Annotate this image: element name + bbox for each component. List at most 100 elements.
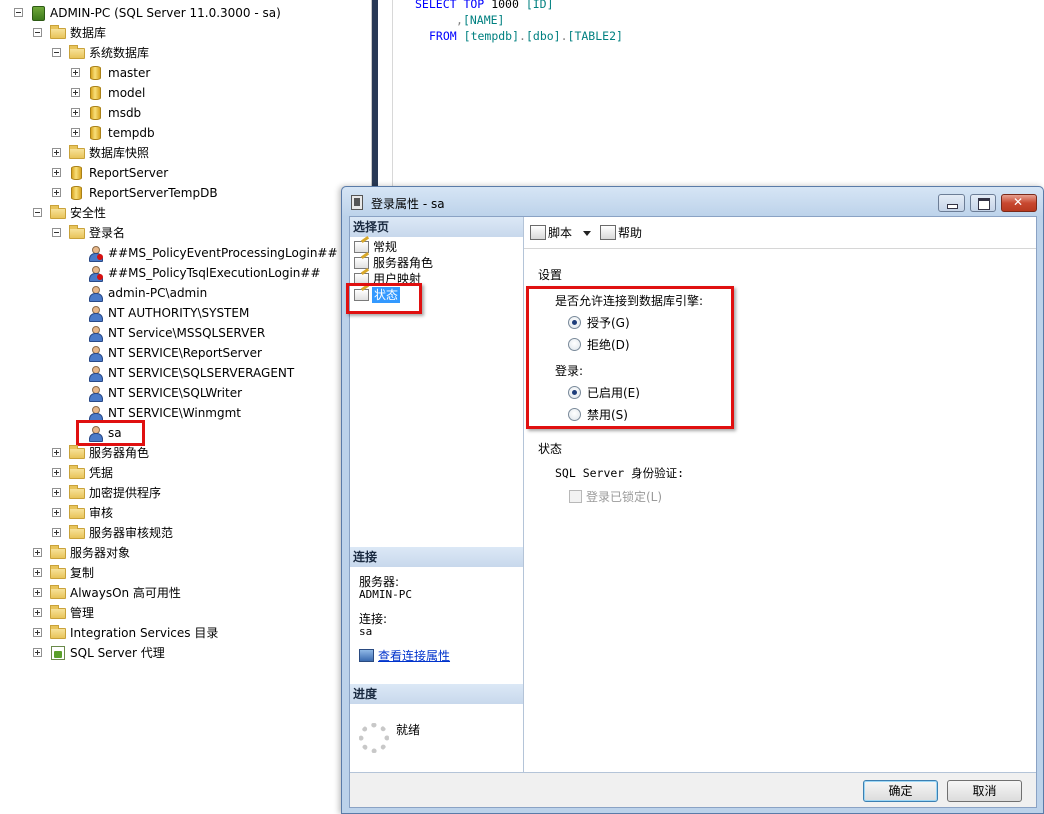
select-page-header: 选择页 bbox=[350, 217, 523, 237]
tree-node-master[interactable]: master bbox=[71, 63, 271, 83]
database-icon bbox=[90, 86, 101, 100]
dialog-icon bbox=[351, 195, 363, 210]
collapse-icon[interactable] bbox=[33, 208, 42, 217]
progress-status: 就绪 bbox=[396, 723, 421, 737]
dialog-title: 登录属性 - sa bbox=[371, 197, 445, 211]
expand-icon[interactable] bbox=[52, 468, 61, 477]
tree-node-server-objects[interactable]: 服务器对象 bbox=[33, 543, 233, 563]
login-icon bbox=[88, 286, 103, 302]
connection-header: 连接 bbox=[350, 547, 523, 567]
tree-node-server-roles[interactable]: 服务器角色 bbox=[52, 443, 252, 463]
tree-label: NT Service\MSSQLSERVER bbox=[108, 326, 266, 340]
collapse-icon[interactable] bbox=[33, 28, 42, 37]
script-dropdown-icon[interactable] bbox=[583, 231, 591, 236]
tree-label: 复制 bbox=[70, 566, 95, 580]
tree-node-msdb[interactable]: msdb bbox=[71, 103, 271, 123]
tree-node-databases[interactable]: 数据库 bbox=[33, 23, 233, 43]
expand-icon[interactable] bbox=[52, 188, 61, 197]
tree-node-login[interactable]: ##MS_PolicyEventProcessingLogin## bbox=[88, 243, 348, 263]
expand-icon[interactable] bbox=[52, 148, 61, 157]
tree-label: NT SERVICE\SQLWriter bbox=[108, 386, 243, 400]
expand-icon[interactable] bbox=[71, 88, 80, 97]
view-connection-properties-link[interactable]: 查看连接属性 bbox=[359, 647, 450, 664]
tree-node-audit-specs[interactable]: 服务器审核规范 bbox=[52, 523, 252, 543]
minimize-button[interactable] bbox=[938, 194, 965, 212]
sql-keyword: FROM bbox=[429, 29, 457, 43]
tree-node-system-databases[interactable]: 系统数据库 bbox=[52, 43, 252, 63]
tree-node-snapshots[interactable]: 数据库快照 bbox=[52, 143, 252, 163]
sql-punctuation: . bbox=[519, 29, 526, 43]
expand-icon[interactable] bbox=[52, 488, 61, 497]
login-icon bbox=[88, 406, 103, 422]
tree-node-model[interactable]: model bbox=[71, 83, 271, 103]
expand-icon[interactable] bbox=[71, 108, 80, 117]
tree-label: 安全性 bbox=[70, 206, 107, 220]
tree-node-logins[interactable]: 登录名 bbox=[52, 223, 252, 243]
expand-icon[interactable] bbox=[52, 528, 61, 537]
expand-icon[interactable] bbox=[33, 588, 42, 597]
highlight-settings bbox=[526, 286, 734, 429]
dialog-footer: 确定 取消 bbox=[350, 772, 1036, 807]
tree-label: AlwaysOn 高可用性 bbox=[70, 586, 181, 600]
database-icon bbox=[90, 106, 101, 120]
tree-node-tempdb[interactable]: tempdb bbox=[71, 123, 271, 143]
tree-node-login[interactable]: ##MS_PolicyTsqlExecutionLogin## bbox=[88, 263, 348, 283]
tree-node-security[interactable]: 安全性 bbox=[33, 203, 233, 223]
tree-node-login[interactable]: NT SERVICE\SQLWriter bbox=[88, 383, 348, 403]
expand-icon[interactable] bbox=[52, 448, 61, 457]
tree-node-reportserver[interactable]: ReportServer bbox=[52, 163, 252, 183]
tree-node-login[interactable]: NT SERVICE\ReportServer bbox=[88, 343, 348, 363]
folder-icon bbox=[50, 625, 66, 639]
locked-checkbox[interactable] bbox=[569, 490, 582, 503]
script-icon bbox=[530, 225, 546, 240]
dialog-titlebar[interactable]: 登录属性 - sa bbox=[342, 187, 1043, 217]
tree-label: 加密提供程序 bbox=[89, 486, 162, 500]
expand-icon[interactable] bbox=[33, 608, 42, 617]
tree-node-server[interactable]: ADMIN-PC (SQL Server 11.0.3000 - sa) bbox=[14, 3, 314, 23]
folder-icon bbox=[50, 25, 66, 39]
expand-icon[interactable] bbox=[71, 128, 80, 137]
tree-node-sql-agent[interactable]: SQL Server 代理 bbox=[33, 643, 233, 663]
maximize-button[interactable] bbox=[970, 194, 996, 212]
sql-identifier: [TABLE2] bbox=[567, 29, 623, 43]
tree-node-audits[interactable]: 审核 bbox=[52, 503, 252, 523]
folder-icon bbox=[69, 145, 85, 159]
tree-node-integration-services[interactable]: Integration Services 目录 bbox=[33, 623, 253, 643]
highlight-status-page bbox=[346, 283, 422, 314]
tree-node-login[interactable]: NT SERVICE\SQLSERVERAGENT bbox=[88, 363, 348, 383]
folder-icon bbox=[69, 485, 85, 499]
ok-button[interactable]: 确定 bbox=[863, 780, 938, 802]
cancel-button[interactable]: 取消 bbox=[947, 780, 1022, 802]
tree-node-login[interactable]: NT AUTHORITY\SYSTEM bbox=[88, 303, 348, 323]
auth-label: SQL Server 身份验证: bbox=[555, 466, 685, 480]
tree-node-replication[interactable]: 复制 bbox=[33, 563, 233, 583]
tree-node-login[interactable]: NT Service\MSSQLSERVER bbox=[88, 323, 348, 343]
folder-icon bbox=[50, 565, 66, 579]
tree-node-crypto-providers[interactable]: 加密提供程序 bbox=[52, 483, 252, 503]
script-button[interactable]: 脚本 bbox=[530, 223, 572, 243]
close-button[interactable] bbox=[1001, 194, 1037, 212]
sql-line-3: FROM [tempdb].[dbo].[TABLE2] bbox=[429, 28, 623, 44]
help-button[interactable]: 帮助 bbox=[600, 223, 642, 243]
expand-icon[interactable] bbox=[33, 648, 42, 657]
tree-label: 服务器审核规范 bbox=[89, 526, 174, 540]
expand-icon[interactable] bbox=[33, 628, 42, 637]
settings-title: 设置 bbox=[538, 268, 563, 282]
expand-icon[interactable] bbox=[33, 548, 42, 557]
folder-icon bbox=[69, 465, 85, 479]
tree-node-login[interactable]: admin-PC\admin bbox=[88, 283, 348, 303]
tree-node-alwayson[interactable]: AlwaysOn 高可用性 bbox=[33, 583, 233, 603]
expand-icon[interactable] bbox=[52, 168, 61, 177]
expand-icon[interactable] bbox=[52, 508, 61, 517]
tree-label: SQL Server 代理 bbox=[70, 646, 165, 660]
expand-icon[interactable] bbox=[71, 68, 80, 77]
tree-node-management[interactable]: 管理 bbox=[33, 603, 233, 623]
expand-icon[interactable] bbox=[33, 568, 42, 577]
collapse-icon[interactable] bbox=[52, 48, 61, 57]
login-properties-dialog: 登录属性 - sa 选择页 常规 服务器角色 用户映射 状态 bbox=[341, 186, 1044, 814]
collapse-icon[interactable] bbox=[52, 228, 61, 237]
login-icon bbox=[88, 306, 103, 322]
collapse-icon[interactable] bbox=[14, 8, 23, 17]
tree-node-reportservertempdb[interactable]: ReportServerTempDB bbox=[52, 183, 272, 203]
tree-node-credentials[interactable]: 凭据 bbox=[52, 463, 252, 483]
